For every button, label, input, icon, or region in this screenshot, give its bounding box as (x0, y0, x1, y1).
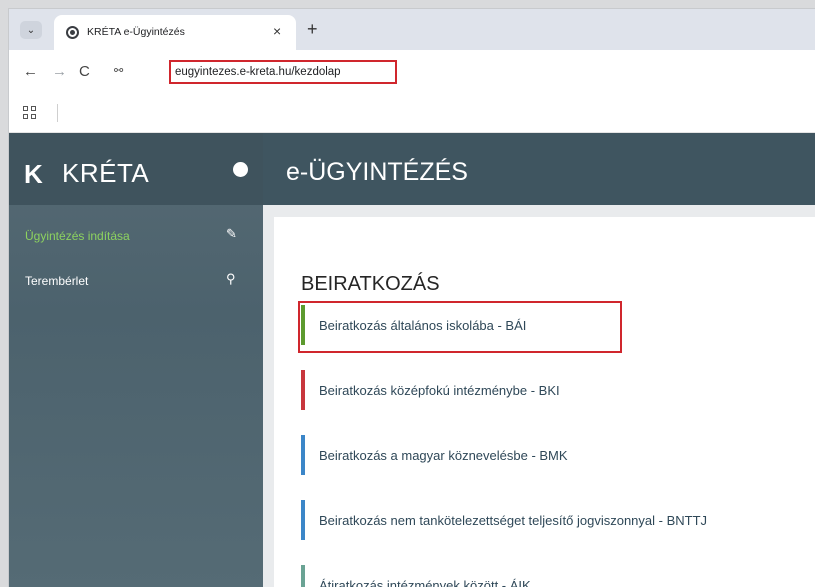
back-button[interactable]: ← (23, 63, 38, 80)
item-color-bar (301, 500, 305, 540)
main-content: BEIRATKOZÁS Beiratkozás általános iskolá… (263, 205, 815, 587)
close-icon[interactable]: × (273, 23, 281, 39)
page-title: e-ÜGYINTÉZÉS (286, 158, 468, 186)
sidebar-item-room-rental[interactable]: Terembérlet ⚲ (25, 271, 255, 291)
section-title: BEIRATKOZÁS (301, 273, 440, 295)
url-text: eugyintezes.e-kreta.hu/kezdolap (175, 66, 341, 78)
top-bar: e-ÜGYINTÉZÉS (263, 133, 815, 205)
new-document-icon: ✎ (226, 226, 237, 241)
tab-strip: ⌄ KRÉTA e-Ügyintézés × + (9, 9, 815, 50)
bookmarks-divider (57, 104, 58, 122)
item-color-bar (301, 435, 305, 475)
enrollment-item-aik[interactable]: Átiratkozás intézmények között - ÁIK (301, 565, 815, 587)
tab-title: KRÉTA e-Ügyintézés (87, 26, 185, 38)
browser-window: ⌄ KRÉTA e-Ügyintézés × + ← → C ⚯ eugyint… (8, 8, 815, 587)
kreta-logo-icon: K (24, 159, 43, 189)
new-tab-button[interactable]: + (307, 19, 318, 40)
sidebar-item-label: Terembérlet (25, 274, 89, 288)
browser-tab[interactable]: KRÉTA e-Ügyintézés × (54, 15, 296, 50)
enrollment-item-bnttj[interactable]: Beiratkozás nem tankötelezettséget telje… (301, 500, 815, 540)
navigation-bar: ← → C ⚯ eugyintezes.e-kreta.hu/kezdolap (9, 50, 815, 94)
sidebar-toggle-button[interactable] (233, 162, 248, 177)
apps-grid-icon[interactable] (23, 106, 36, 119)
enrollment-item-label: Átiratkozás intézmények között - ÁIK (319, 578, 531, 587)
forward-button[interactable]: → (52, 63, 67, 80)
highlight-annotation (298, 301, 622, 353)
address-bar[interactable]: eugyintezes.e-kreta.hu/kezdolap (169, 60, 397, 84)
enrollment-item-bki[interactable]: Beiratkozás középfokú intézménybe - BKI (301, 370, 815, 410)
enrollment-item-label: Beiratkozás a magyar köznevelésbe - BMK (319, 448, 568, 463)
bookmarks-bar (9, 94, 815, 133)
sidebar-header: K KRÉTA (9, 133, 263, 205)
enrollment-item-label: Beiratkozás középfokú intézménybe - BKI (319, 383, 560, 398)
tab-search-button[interactable]: ⌄ (20, 21, 42, 39)
search-icon: ⚲ (226, 271, 236, 286)
enrollment-item-bmk[interactable]: Beiratkozás a magyar köznevelésbe - BMK (301, 435, 815, 475)
enrollment-item-label: Beiratkozás nem tankötelezettséget telje… (319, 513, 708, 528)
item-color-bar (301, 565, 305, 587)
chevron-down-icon: ⌄ (26, 24, 36, 36)
sidebar-item-label: Ügyintézés indítása (25, 229, 130, 243)
reload-button[interactable]: C (79, 63, 90, 80)
app-logo-text: KRÉTA (62, 158, 150, 188)
sidebar-item-start-case[interactable]: Ügyintézés indítása ✎ (25, 226, 255, 246)
site-info-icon[interactable]: ⚯ (114, 64, 123, 77)
sidebar: K KRÉTA Ügyintézés indítása ✎ Terembérle… (9, 133, 263, 587)
item-color-bar (301, 370, 305, 410)
enrollment-card: BEIRATKOZÁS Beiratkozás általános iskolá… (274, 217, 815, 587)
chrome-icon (66, 26, 79, 39)
